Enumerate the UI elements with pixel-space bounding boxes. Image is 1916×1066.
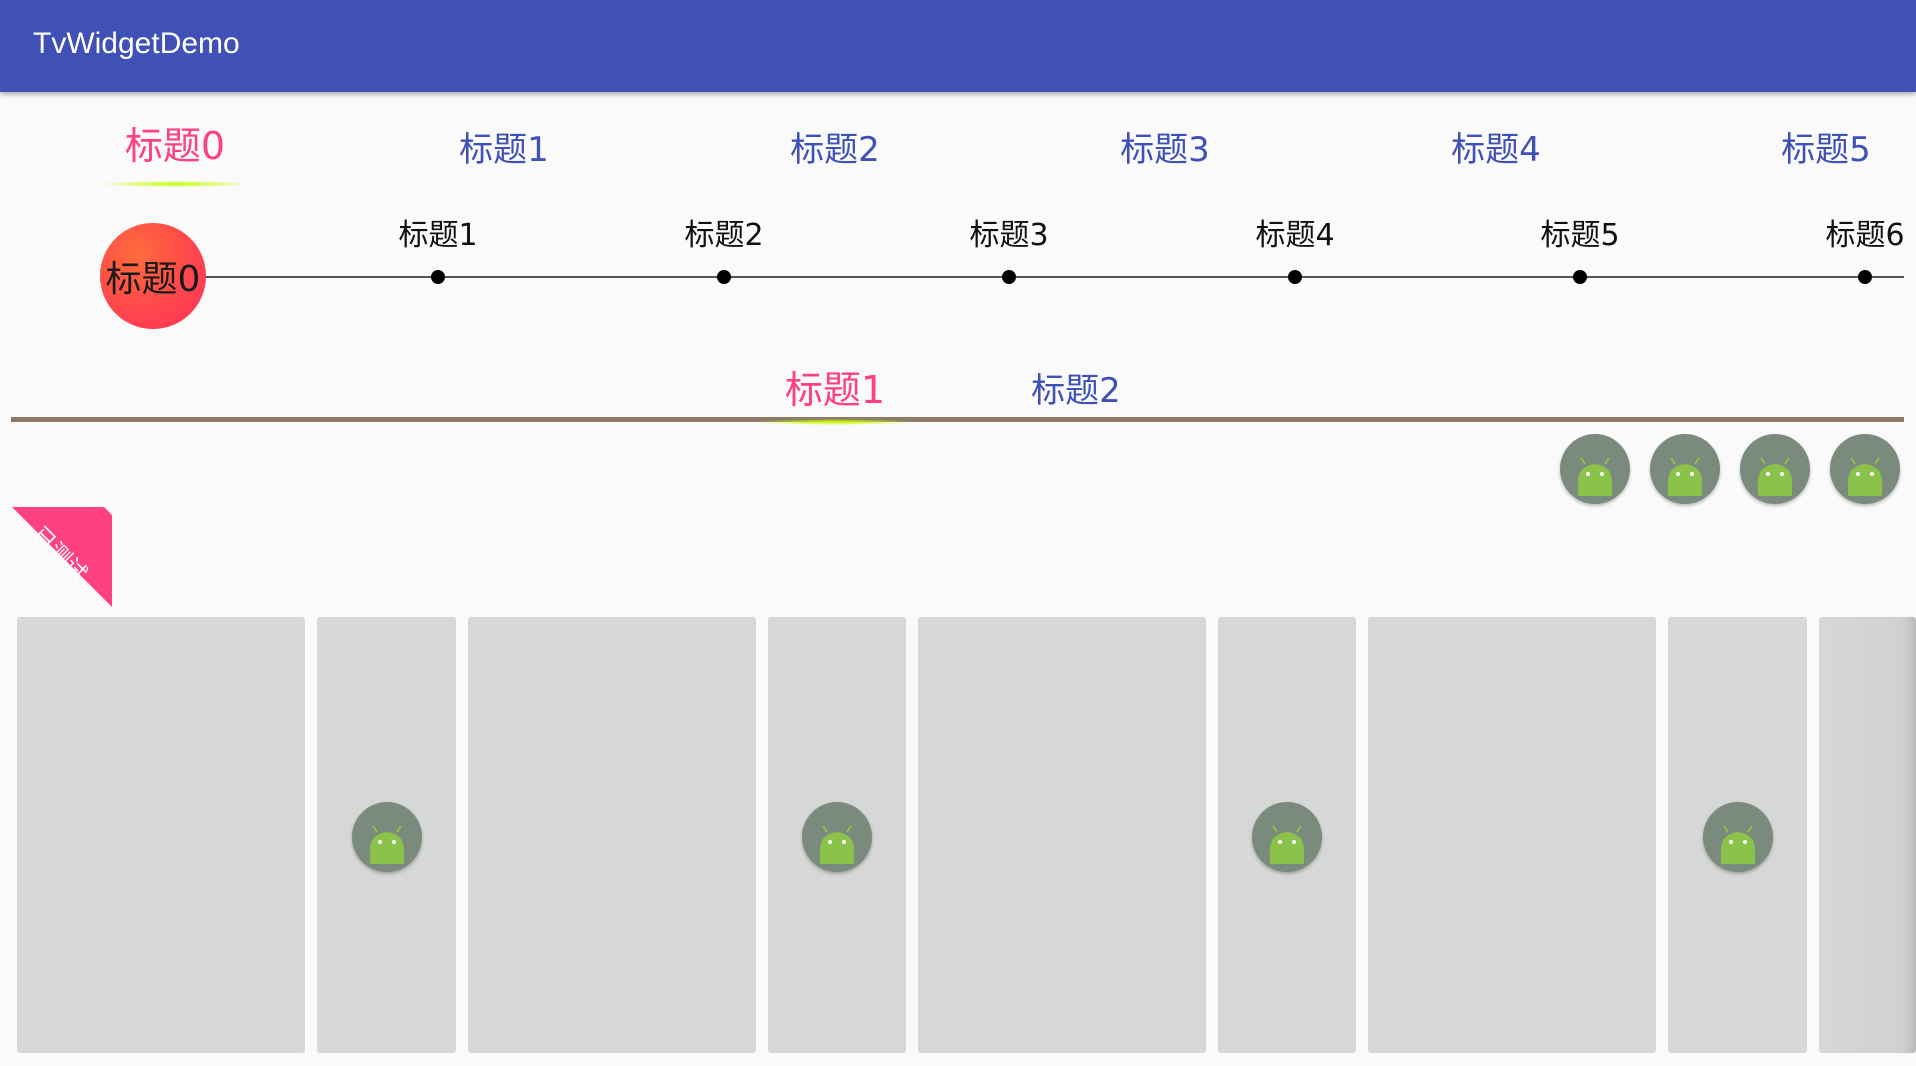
tab-5[interactable]: 标题5 [1726,128,1916,172]
timeline-label: 标题3 [969,218,1049,253]
timeline-dot [1858,270,1872,284]
card-narrow[interactable] [1218,617,1356,1053]
timeline-node-3[interactable]: 标题3 [939,200,1079,290]
android-icon[interactable] [1740,434,1810,504]
tested-badge: 已测试 [12,507,112,607]
android-icon [351,802,422,872]
timeline-label: 标题5 [1540,218,1620,253]
second-tab-bar: 标题1 标题2 [0,355,1916,435]
android-icon[interactable] [1650,434,1720,504]
android-icon[interactable] [1830,434,1900,504]
top-tab-bar: 标题0 标题1 标题2 标题3 标题4 标题5 [0,120,1916,190]
timeline-dot [1573,270,1587,284]
card-wide[interactable] [918,617,1206,1053]
android-icon [802,802,872,872]
timeline-label: 标题4 [1255,218,1335,253]
app-bar: TvWidgetDemo [0,0,1916,92]
timeline-node-1[interactable]: 标题1 [368,200,508,290]
second-tab-1[interactable]: 标题1 [735,359,935,414]
card-wide[interactable] [468,617,756,1053]
android-icon[interactable] [1560,434,1630,504]
timeline-node-2[interactable]: 标题2 [654,200,794,290]
card-narrow[interactable] [768,617,906,1053]
second-tab-2[interactable]: 标题2 [976,363,1176,412]
tab-0[interactable]: 标题0 [75,124,275,168]
card-wide[interactable] [17,617,305,1053]
timeline-dot [1002,270,1016,284]
card-narrow[interactable] [1668,617,1807,1053]
tab-divider [11,417,1904,422]
timeline-node-5[interactable]: 标题5 [1510,200,1650,290]
second-tab-indicator [755,419,915,425]
timeline-node-4[interactable]: 标题4 [1225,200,1365,290]
app-title: TvWidgetDemo [33,27,240,60]
timeline-dot [431,270,445,284]
timeline-current-node[interactable]: 标题0 [100,223,206,329]
timeline-dot [717,270,731,284]
card-wide[interactable] [1368,617,1656,1053]
card-narrow[interactable] [317,617,456,1053]
active-tab-indicator [98,181,253,187]
tab-2[interactable]: 标题2 [735,128,935,172]
timeline-dot [1288,270,1302,284]
tab-3[interactable]: 标题3 [1065,128,1265,172]
tab-1[interactable]: 标题1 [404,128,604,172]
card-partial[interactable] [1819,617,1916,1053]
timeline-label: 标题2 [684,218,764,253]
timeline: 标题0 标题1 标题2 标题3 标题4 标题5 标题6 [0,200,1916,340]
android-icon [1702,802,1773,872]
timeline-label: 标题1 [398,218,478,253]
tab-4[interactable]: 标题4 [1396,128,1596,172]
timeline-label: 标题6 [1825,218,1905,253]
android-icon [1252,802,1322,872]
timeline-node-6[interactable]: 标题6 [1795,200,1916,290]
